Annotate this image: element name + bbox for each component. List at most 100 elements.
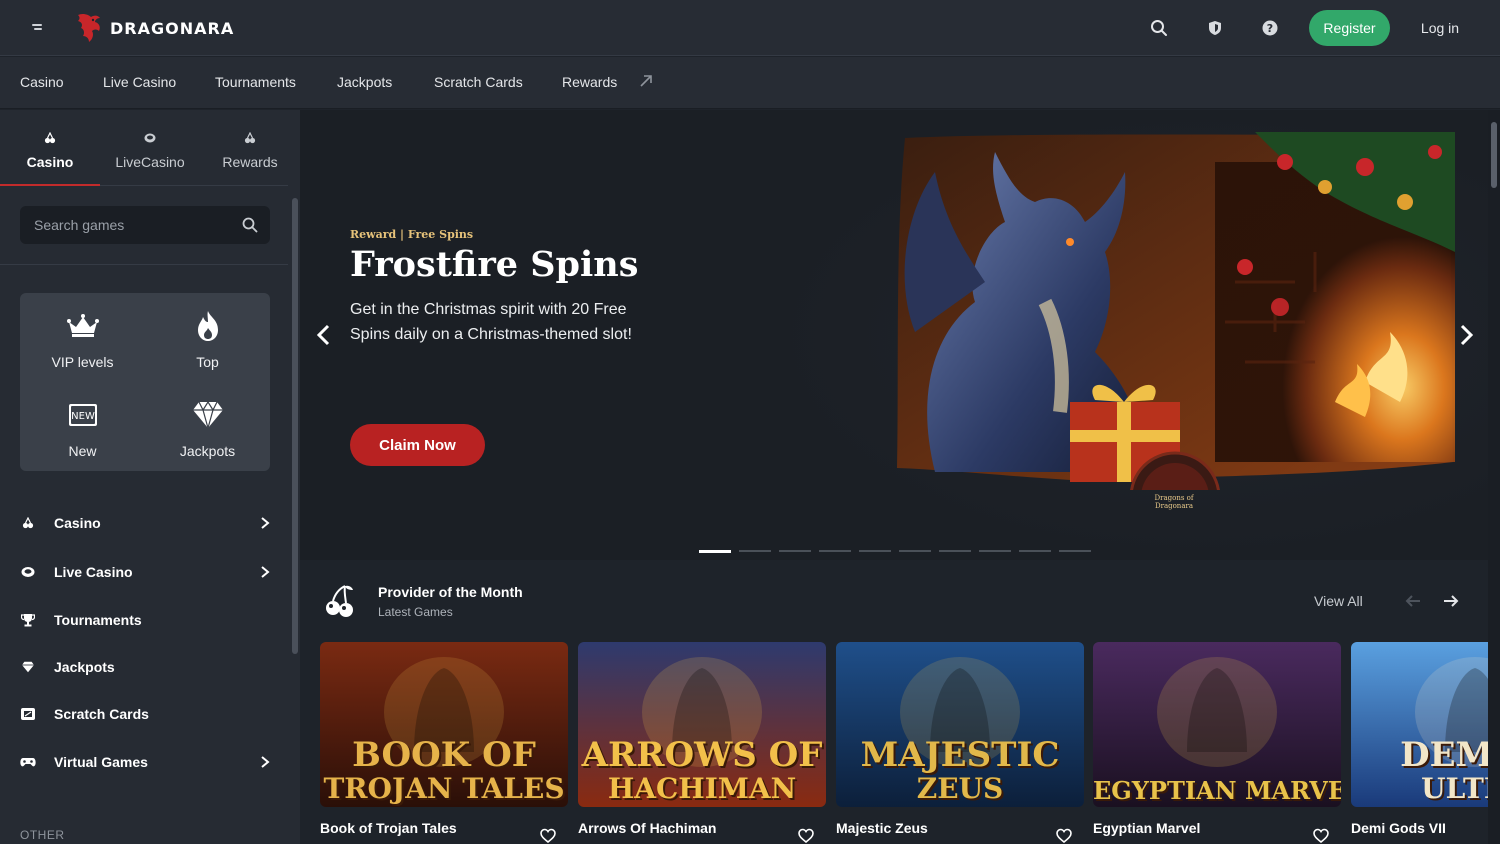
arrow-left-icon[interactable] (1404, 592, 1422, 610)
nav-tournaments[interactable]: Tournaments (215, 74, 296, 90)
game-title-art: EGYPTIAN MARVEL (1093, 776, 1341, 805)
game-title-art: BOOK OF (352, 735, 536, 775)
search-icon[interactable] (1147, 16, 1171, 40)
tab-casino[interactable]: Casino (0, 110, 100, 186)
gift-icon (244, 132, 256, 144)
game-name[interactable]: Arrows Of Hachiman (578, 820, 716, 836)
sidebar-scrollbar[interactable] (290, 186, 300, 844)
sidebar-item-scratch-cards[interactable]: Scratch Cards (0, 694, 288, 734)
sidebar-item-casino[interactable]: Casino (0, 503, 288, 543)
trophy-icon (21, 614, 35, 627)
hero-tag: Reward | Free Spins (350, 228, 474, 241)
dragon-logo-icon (78, 13, 100, 42)
game-card[interactable]: DEMI GULTRA Demi Gods VII (1351, 642, 1488, 836)
tab-label: Casino (26, 154, 74, 170)
claim-now-button[interactable]: Claim Now (350, 424, 485, 466)
sidebar-item-live-casino[interactable]: Live Casino (0, 552, 288, 592)
arrow-right-icon[interactable] (1442, 592, 1460, 610)
carousel-dot[interactable] (739, 550, 771, 552)
game-card[interactable]: EGYPTIAN MARVEL Egyptian Marvel (1093, 642, 1341, 844)
sidebar-item-tournaments[interactable]: Tournaments (0, 600, 288, 640)
game-thumbnail[interactable]: MAJESTIC ZEUS (836, 642, 1084, 807)
diamond-icon (22, 661, 34, 673)
chevron-right-icon[interactable] (1454, 322, 1478, 348)
register-button[interactable]: Register (1309, 10, 1390, 46)
search-field[interactable] (20, 206, 270, 244)
sidebar: Casino LiveCasino Rewards VIP levels Top… (0, 110, 300, 844)
chevron-right-icon (261, 566, 270, 578)
heart-icon[interactable] (1056, 828, 1072, 844)
game-card[interactable]: ARROWS OF HACHIMAN Arrows Of Hachiman (578, 642, 826, 844)
hero-description: Get in the Christmas spirit with 20 Free… (350, 301, 632, 343)
heart-icon[interactable] (798, 828, 814, 844)
new-badge-icon: NEW (68, 404, 97, 426)
carousel-dot[interactable] (779, 550, 811, 552)
sidebar-item-label: Scratch Cards (54, 706, 149, 722)
login-button[interactable]: Log in (1410, 10, 1470, 46)
game-card[interactable]: MAJESTIC ZEUS Majestic Zeus (836, 642, 1084, 844)
view-all-link[interactable]: View All (1314, 593, 1363, 609)
seal-text: Dragons of Dragonara (1154, 494, 1194, 510)
cherries-icon (22, 517, 34, 529)
logo[interactable]: DRAGONARA (72, 11, 234, 45)
game-card[interactable]: BOOK OF TROJAN TALES Book of Trojan Tales (320, 642, 568, 844)
crown-icon (66, 314, 99, 337)
carousel-dot[interactable] (899, 550, 931, 552)
quick-new[interactable]: NEW New (20, 382, 145, 471)
game-name[interactable]: Egyptian Marvel (1093, 820, 1200, 836)
carousel-dot[interactable] (939, 550, 971, 552)
game-name[interactable]: Majestic Zeus (836, 820, 928, 836)
game-title-art: MAJESTIC (860, 735, 1060, 775)
carousel-dot[interactable] (699, 550, 731, 553)
game-thumbnail[interactable]: EGYPTIAN MARVEL (1093, 642, 1341, 807)
search-input[interactable] (20, 217, 230, 233)
tab-rewards[interactable]: Rewards (200, 110, 300, 186)
nav-casino[interactable]: Casino (20, 74, 64, 90)
chevron-left-icon[interactable] (312, 322, 336, 348)
menu-icon[interactable] (26, 18, 48, 38)
help-icon[interactable]: ? (1258, 16, 1282, 40)
nav-jackpots[interactable]: Jackpots (337, 74, 392, 90)
nav-rewards[interactable]: Rewards (562, 74, 617, 90)
section-subtitle: Latest Games (378, 605, 453, 619)
main-scrollbar[interactable] (1488, 110, 1500, 844)
quick-jackpots[interactable]: Jackpots (145, 382, 270, 471)
heart-icon[interactable] (540, 828, 556, 844)
game-title-art: TROJAN TALES (323, 772, 565, 805)
heart-icon[interactable] (1313, 828, 1329, 844)
brand-name: DRAGONARA (110, 18, 235, 38)
main-nav: Casino Live Casino Tournaments Jackpots … (0, 57, 1500, 109)
game-thumbnail[interactable]: ARROWS OF HACHIMAN (578, 642, 826, 807)
game-name[interactable]: Demi Gods VII (1351, 820, 1446, 836)
quick-top[interactable]: Top (145, 293, 270, 382)
carousel-dots (699, 550, 1099, 554)
game-thumbnail[interactable]: DEMI GULTRA (1351, 642, 1488, 807)
sidebar-item-jackpots[interactable]: Jackpots (0, 647, 288, 687)
carousel-dot[interactable] (859, 550, 891, 552)
quick-label: Top (196, 354, 219, 370)
tab-label: Rewards (222, 154, 278, 170)
game-name[interactable]: Book of Trojan Tales (320, 820, 457, 836)
carousel-dot[interactable] (979, 550, 1011, 552)
external-link-icon[interactable] (638, 73, 654, 89)
tab-label: LiveCasino (115, 154, 185, 170)
tab-livecasino[interactable]: LiveCasino (100, 110, 200, 186)
sidebar-item-label: Live Casino (54, 564, 133, 580)
chevron-right-icon (261, 756, 270, 768)
game-thumbnail[interactable]: BOOK OF TROJAN TALES (320, 642, 568, 807)
carousel-dot[interactable] (819, 550, 851, 552)
carousel-dot[interactable] (1059, 550, 1091, 552)
hero-title: Frostfire Spins (350, 244, 639, 285)
chip-icon (21, 567, 35, 577)
cherries-icon (326, 585, 353, 617)
nav-live-casino[interactable]: Live Casino (103, 74, 176, 90)
shield-icon[interactable] (1203, 16, 1227, 40)
search-icon[interactable] (242, 217, 258, 233)
sidebar-item-virtual-games[interactable]: Virtual Games (0, 742, 288, 782)
sidebar-item-label: Jackpots (54, 659, 115, 675)
quick-label: VIP levels (51, 354, 114, 370)
carousel-dot[interactable] (1019, 550, 1051, 552)
quick-vip-levels[interactable]: VIP levels (20, 293, 145, 382)
nav-scratch-cards[interactable]: Scratch Cards (434, 74, 523, 90)
svg-text:?: ? (1267, 22, 1273, 35)
